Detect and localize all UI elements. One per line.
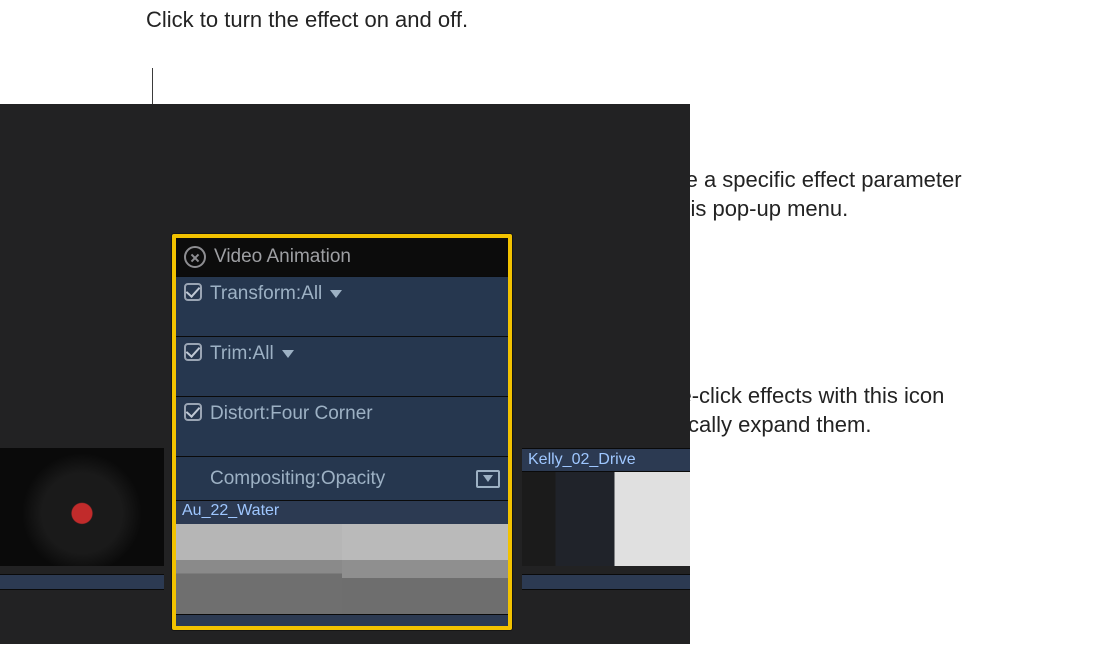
close-icon[interactable]: [184, 246, 206, 268]
effect-enable-checkbox[interactable]: [184, 403, 202, 421]
timeline-rail: [522, 574, 690, 590]
expand-icon[interactable]: [476, 470, 500, 488]
effect-label: Compositing:Opacity: [210, 468, 385, 490]
clip-thumbnail: [522, 472, 690, 566]
timeline-rail: [0, 574, 164, 590]
effect-enable-checkbox[interactable]: [184, 283, 202, 301]
chevron-down-icon[interactable]: [330, 290, 342, 298]
effect-label: Transform:All: [210, 283, 322, 305]
effect-row-transform[interactable]: Transform:All: [176, 276, 508, 336]
effect-row-trim[interactable]: Trim:All: [176, 336, 508, 396]
clip-thumbnail: [342, 524, 508, 614]
timeline-clip[interactable]: [0, 448, 164, 566]
timeline-rail: [176, 614, 508, 626]
effect-label: Distort:Four Corner: [210, 403, 373, 425]
effect-enable-checkbox[interactable]: [184, 343, 202, 361]
effect-row-distort[interactable]: Distort:Four Corner: [176, 396, 508, 456]
timeline-viewport: Kelly_02_Drive Video Animation Transform…: [0, 104, 690, 644]
panel-title: Video Animation: [214, 246, 351, 268]
chevron-down-icon[interactable]: [282, 350, 294, 358]
video-animation-panel: Video Animation Transform:All Trim:All D…: [172, 234, 512, 630]
clip-name-label: Au_22_Water: [176, 500, 508, 524]
timeline-clip[interactable]: Kelly_02_Drive: [522, 448, 690, 566]
clip-thumbnail: [176, 524, 342, 614]
clip-name-label: Kelly_02_Drive: [522, 449, 690, 472]
effect-label: Trim:All: [210, 343, 274, 365]
clip-thumbnail-strip: [176, 524, 508, 614]
clip-thumbnail: [0, 449, 164, 566]
panel-header: Video Animation: [176, 238, 508, 276]
effect-row-compositing[interactable]: Compositing:Opacity: [176, 456, 508, 500]
callout-toggle-effect: Click to turn the effect on and off.: [146, 6, 468, 35]
